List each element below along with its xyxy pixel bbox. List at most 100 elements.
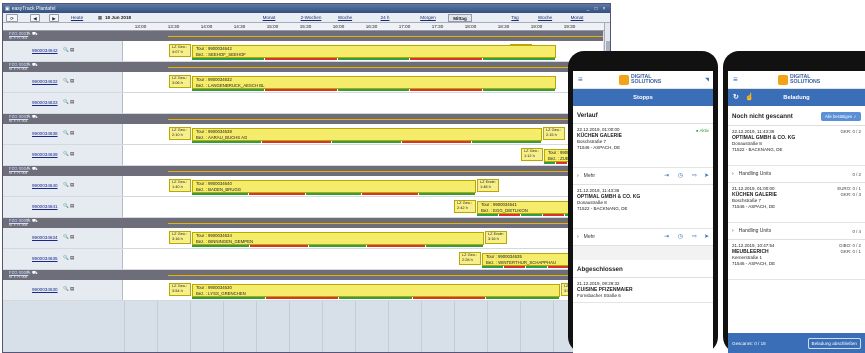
next-arrow-icon[interactable]: ▶ [49,14,59,22]
vehicle-icon[interactable]: ✎ ⛟ [27,31,38,38]
lz-box[interactable]: LZ Geo.: 3:54 h [169,283,191,296]
load-item[interactable]: 21.12.2019, 10:47:54 MEUBLEERICH Kerners… [728,240,865,280]
close-button[interactable]: × [600,6,608,12]
vehicle-icon[interactable]: ✎ ⛟ [27,62,38,69]
skip-icon[interactable]: ⇨ [692,233,697,240]
beladung-title: Beladung [783,94,810,101]
vehicle-icon[interactable]: ✎ ⛟ [27,166,38,173]
vehicle-row: FZG 0005 M. F. H. 005 ✎ ⛟ [3,218,603,228]
lz-box[interactable]: LZ Geo.: 3:06 h [169,75,191,88]
tour-actions-icon[interactable]: 🔍 ▤ [63,286,74,292]
status-segment [526,266,547,268]
tour-actions-icon[interactable]: 🔍 ▤ [63,47,74,53]
refresh-icon[interactable]: ↻ [733,93,739,101]
tour-id-link[interactable]: 9900034630 [32,287,58,292]
view-month2-link[interactable]: Monat [568,14,586,22]
lz-box[interactable]: LZ Geo.: 4:07 h [169,44,191,57]
tour-actions-icon[interactable]: 🔍 ▤ [63,78,74,84]
tour-id-link[interactable]: 9900034639 [32,152,58,157]
tour-actions-icon[interactable]: 🔍 ▤ [63,130,74,136]
tour-actions-icon[interactable]: 🔍 ▤ [63,203,74,209]
lz-box[interactable]: LZ Geo.: 1:12 h [521,148,543,161]
handling-units-row[interactable]: › Handling Units 0 / 2 [728,166,865,183]
tour-id-link[interactable]: 9900034634 [32,235,58,240]
section-abgeschlossen: Abgeschlossen [573,260,713,278]
vehicle-icon[interactable]: ✎ ⛟ [27,114,38,121]
login-icon[interactable]: ⇥ [664,233,669,240]
mehr-row[interactable]: › Mehr ⇥ ◷ ⇨ ➤ [573,168,713,185]
tour-id-link[interactable]: 9900034632 [32,79,58,84]
mehr-row[interactable]: › Mehr ⇥ ◷ ⇨ ➤ [573,229,713,246]
tour-bar[interactable]: Tour : 9900034630 Bez. : LYSS_GRENCHEN [192,284,560,297]
lz-box[interactable]: LZ Geo.: 2:10 h [169,127,191,140]
vehicle-icon[interactable]: ✎ ⛟ [27,270,38,277]
view-two-weeks-link[interactable]: 2-Wochen [298,14,324,22]
vehicle-timeline [168,223,603,225]
load-item[interactable]: 22.12.2019, 11:43:36 OPTIMAL GMBH & CO. … [728,126,865,166]
current-date[interactable]: 18 Jun 2018 [105,14,145,22]
lz-box[interactable]: LZ Ende: 3:16 h [485,231,507,244]
navigate-icon[interactable]: ➤ [704,233,709,240]
view-day-link[interactable]: Tag [508,14,522,22]
lz-box[interactable]: LZ Geo.: 2:42 h [454,200,476,213]
skip-icon[interactable]: ⇨ [692,172,697,179]
tour-bar[interactable]: Tour : 9900034634 Bez. : BINNINGEN_GEMPEN [192,232,484,245]
login-icon[interactable]: ⇥ [664,172,669,179]
menu-icon[interactable]: ≡ [733,76,738,84]
tour-bar[interactable]: Tour : 9900034642 Bez. : SEEHOF_SEEHOF [192,45,556,58]
view-month-link[interactable]: Monat [260,14,278,22]
status-segment [367,245,425,247]
vehicle-timeline [168,275,603,277]
lz-box[interactable]: LZ Geo.: 2:15 h [543,127,565,140]
menu-icon[interactable]: ≡ [578,76,583,84]
finish-loading-button[interactable]: Beladung abschließen [807,337,861,349]
view-week-link[interactable]: Woche [336,14,354,22]
view-week2-link[interactable]: Woche [536,14,554,22]
lz-box[interactable]: LZ Geo.: 1:40 h [169,179,191,192]
tour-id-link[interactable]: 9900034638 [32,131,58,136]
vehicle-icon[interactable]: ✎ ⛟ [27,218,38,225]
view-noon-button[interactable]: Mittag [448,14,472,22]
status-segment [337,58,410,60]
tour-actions-icon[interactable]: 🔍 ▤ [63,151,74,157]
status-segment [265,297,339,299]
tour-actions-icon[interactable]: 🔍 ▤ [63,182,74,188]
stop-card[interactable]: 22.12.2019, 01:00:00 KÜCHEN GALERIE Bosc… [573,124,713,168]
view-24h-link[interactable]: 24 h [378,14,392,22]
lz-box[interactable]: LZ Geo.: 3:16 h [169,231,191,244]
navigate-icon[interactable]: ➤ [704,172,709,179]
confirm-all-button[interactable]: Alle bestätigen ✓ [820,112,861,121]
load-item[interactable]: 21.12.2019, 01:00:00 KÜCHEN GALERIE Bosc… [728,183,865,223]
hand-icon[interactable]: ☝ [745,93,754,101]
tour-bar[interactable]: Tour : 9900034632 Bez. : LANGENBRUCK_AESC… [192,76,556,89]
tour-actions-icon[interactable]: 🔍 ▤ [63,234,74,240]
lz-box[interactable]: LZ Geo.: 2:28 h [459,252,481,265]
hour-label: 18:00 [464,24,477,29]
tour-id-link[interactable]: 9900034642 [32,48,58,53]
minimize-button[interactable]: _ [584,6,592,12]
handling-units-row[interactable]: › Handling Units 0 / 4 [728,223,865,240]
stop-card[interactable]: 21.12.2019, 09:29:32 CUISINE PFIZENMAIER… [573,278,713,303]
tour-actions-icon[interactable]: 🔍 ▤ [63,255,74,261]
today-link[interactable]: Heute [67,14,87,22]
tour-id-link[interactable]: 9900034640 [32,183,58,188]
stop-card[interactable]: 21.12.2019, 11:43:36 OPTIMAL GMBH & CO. … [573,185,713,229]
tour-id-link[interactable]: 9900034635 [32,256,58,261]
lz-box[interactable]: LZ Ende: 1:48 h [477,179,499,192]
tour-bar[interactable]: Tour : 9900034638 Bez. : AARAU_BUCHS AG [192,128,542,141]
refresh-icon[interactable]: ⟳ [6,14,18,22]
tour-actions-icon[interactable]: 🔍 ▤ [63,99,74,105]
item-count: GKR: 0 / 2 [840,129,862,134]
calendar-icon[interactable]: ▦ [96,14,104,22]
status-segment [332,141,401,143]
timer-icon[interactable]: ◷ [678,172,683,179]
maximize-button[interactable]: □ [592,6,600,12]
status-segment [192,193,248,195]
tour-id-link[interactable]: 9900034641 [32,204,58,209]
scroll-thumb[interactable] [606,41,610,51]
tour-bar[interactable]: Tour : 9900034640 Bez. : BADEN_BRUGG [192,180,476,193]
timer-icon[interactable]: ◷ [678,233,683,240]
prev-arrow-icon[interactable]: ◀ [30,14,40,22]
view-morning-link[interactable]: Morgen [417,14,439,22]
tour-id-link[interactable]: 9900034633 [32,100,58,105]
